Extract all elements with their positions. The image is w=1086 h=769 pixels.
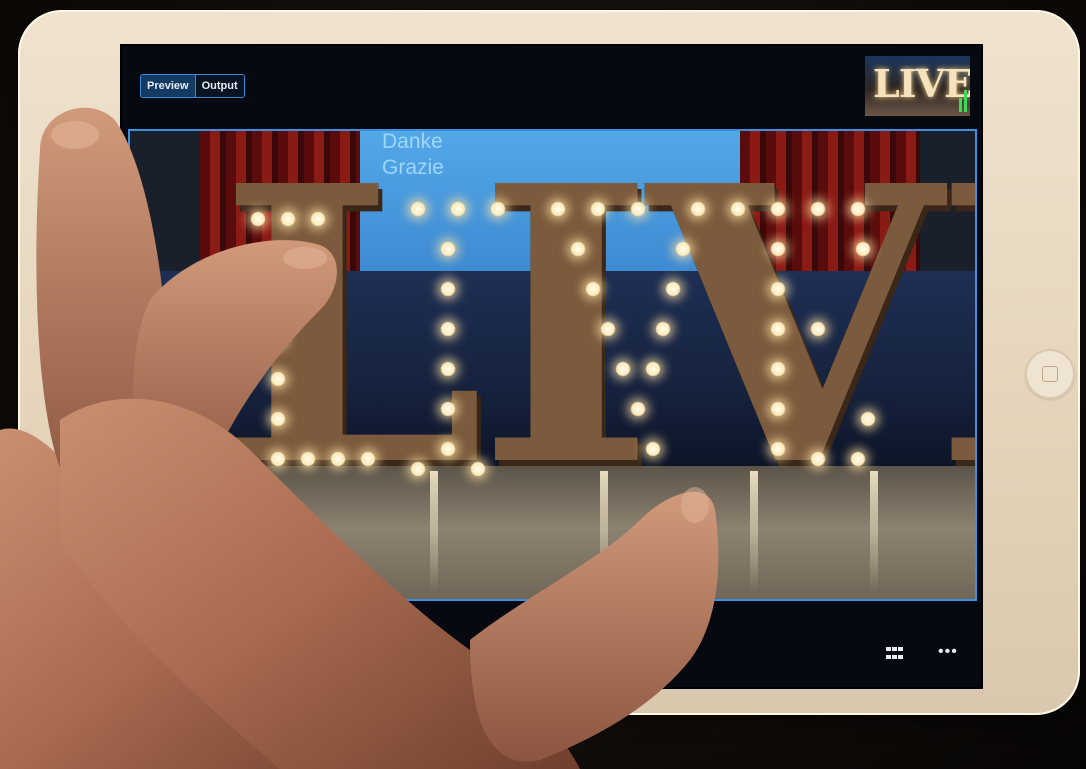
bulb [270, 451, 286, 467]
bulb [470, 461, 486, 477]
bulb [770, 241, 786, 257]
bulb [330, 451, 346, 467]
bulb [490, 201, 506, 217]
bulb [590, 201, 606, 217]
bulb [665, 281, 681, 297]
audio-meter [959, 90, 967, 112]
bulb [440, 441, 456, 457]
bulb [410, 201, 426, 217]
bulb [770, 401, 786, 417]
bulb [770, 361, 786, 377]
bulb [310, 211, 326, 227]
program-thumbnail[interactable]: LIVE [865, 56, 970, 116]
bulb [410, 461, 426, 477]
preview-tab[interactable]: Preview [141, 75, 195, 97]
bulb [270, 291, 286, 307]
bulb [850, 201, 866, 217]
bulb [675, 241, 691, 257]
bulb [360, 451, 376, 467]
preview-video[interactable]: Danke Grazie LIVE [128, 129, 977, 601]
bulb [440, 281, 456, 297]
bulb [655, 321, 671, 337]
bulb [770, 441, 786, 457]
marquee-bulbs [130, 131, 975, 599]
bulb [270, 331, 286, 347]
bulb [810, 321, 826, 337]
app-screen: Preview Output LIVE Danke Grazie LIVE ••… [120, 44, 983, 689]
bulb [570, 241, 586, 257]
bulb [280, 211, 296, 227]
bulb [630, 201, 646, 217]
more-icon[interactable]: ••• [938, 644, 958, 660]
home-button[interactable] [1025, 349, 1075, 399]
bulb [630, 401, 646, 417]
bulb [855, 241, 871, 257]
bulb [440, 241, 456, 257]
bulb [770, 201, 786, 217]
bulb [770, 321, 786, 337]
bulb [550, 201, 566, 217]
bulb [270, 371, 286, 387]
bulb [770, 281, 786, 297]
bulb [810, 201, 826, 217]
bulb [850, 451, 866, 467]
bulb [585, 281, 601, 297]
view-mode-switch: Preview Output [140, 74, 245, 98]
output-tab[interactable]: Output [194, 75, 244, 97]
bulb [270, 411, 286, 427]
bulb [440, 321, 456, 337]
bulb [250, 211, 266, 227]
grid-icon[interactable] [886, 647, 904, 661]
bulb [600, 321, 616, 337]
bulb [645, 441, 661, 457]
bulb [810, 451, 826, 467]
bulb [440, 401, 456, 417]
bulb [440, 361, 456, 377]
bulb [645, 361, 661, 377]
bulb [300, 451, 316, 467]
bulb [450, 201, 466, 217]
bulb [860, 411, 876, 427]
bulb [270, 251, 286, 267]
bulb [730, 201, 746, 217]
bulb [690, 201, 706, 217]
bulb [615, 361, 631, 377]
thumbnail-sign-text: LIVE [873, 61, 970, 106]
